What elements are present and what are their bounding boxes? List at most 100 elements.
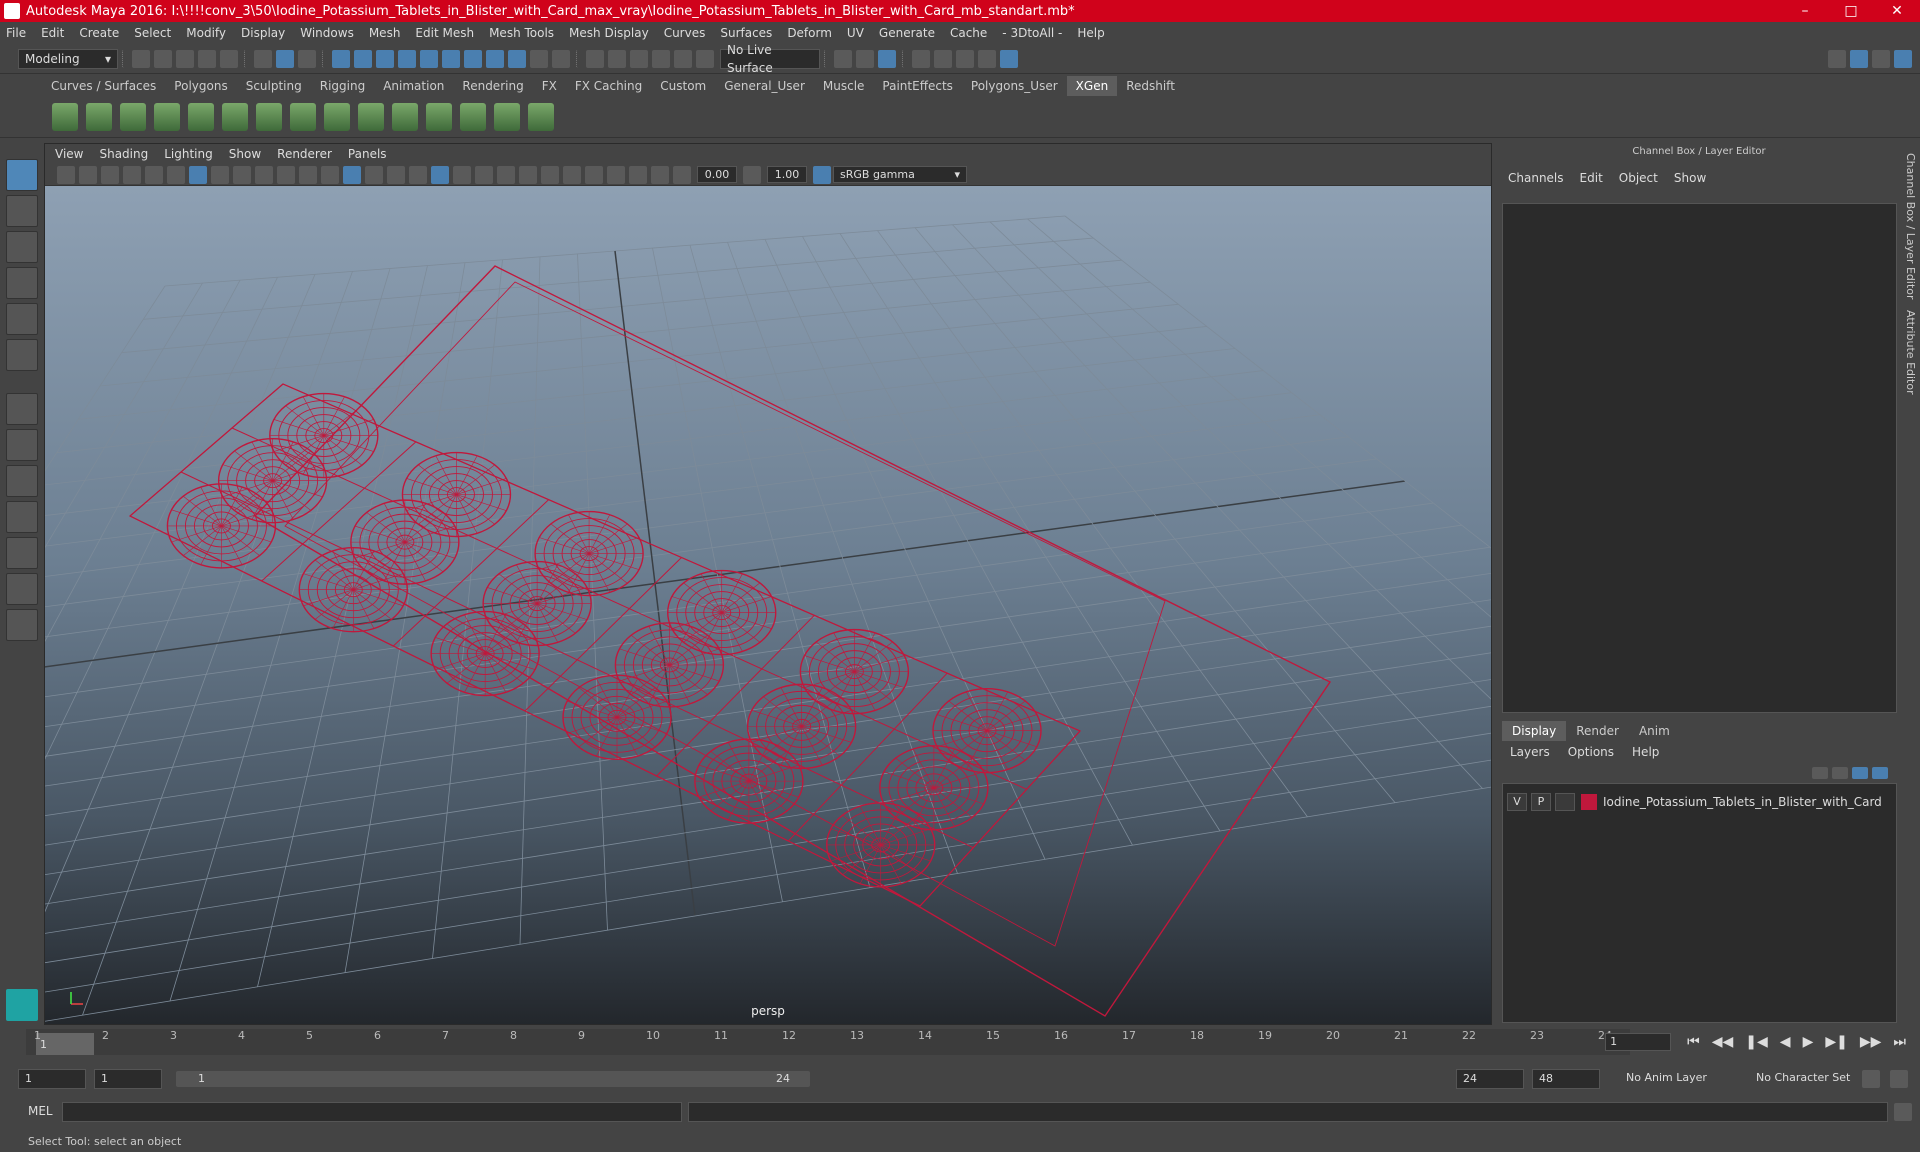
render-view-icon[interactable] (834, 49, 852, 68)
channel-box-menu-object[interactable]: Object (1619, 171, 1658, 185)
layer-menu-options[interactable]: Options (1568, 745, 1614, 759)
shelf-tab-muscle[interactable]: Muscle (814, 76, 874, 96)
lock-icon[interactable] (530, 49, 548, 68)
wireframe-icon[interactable] (343, 165, 361, 184)
layer-tab-render[interactable]: Render (1566, 721, 1629, 741)
screen-space-ao-icon[interactable] (497, 165, 515, 184)
paint-select-tool-icon[interactable] (6, 231, 38, 263)
field-chart-icon[interactable] (277, 165, 295, 184)
shelf-tab-redshift[interactable]: Redshift (1117, 76, 1184, 96)
playback-end-field[interactable]: 24 (1456, 1069, 1524, 1089)
open-scene-icon[interactable] (154, 49, 172, 68)
channel-box-toggle-icon[interactable] (1894, 49, 1912, 68)
xgen-grooming-icon[interactable] (460, 102, 486, 131)
smooth-shade-icon[interactable] (365, 165, 383, 184)
anim-prefs-icon[interactable] (1862, 1070, 1880, 1088)
outliner-toggle-icon[interactable] (1872, 49, 1890, 68)
shadows-icon[interactable] (475, 165, 493, 184)
output-icon[interactable] (608, 49, 626, 68)
panel-menu-panels[interactable]: Panels (348, 147, 387, 161)
new-layer-selected-icon[interactable] (1872, 767, 1888, 779)
xgen-density-icon[interactable] (494, 102, 520, 131)
side-layout-icon[interactable] (6, 465, 38, 497)
layer-type-toggle[interactable] (1555, 793, 1575, 811)
snap-curve-icon[interactable] (354, 49, 372, 68)
save-scene-icon[interactable] (176, 49, 194, 68)
wireframe-on-shaded-icon[interactable] (409, 165, 427, 184)
ipr-render-icon[interactable] (878, 49, 896, 68)
xray-joints-icon[interactable] (629, 165, 647, 184)
history-icon[interactable] (630, 49, 648, 68)
gamma-field[interactable]: 1.00 (767, 166, 807, 183)
menu-create[interactable]: Create (79, 26, 119, 40)
grease-pencil-icon[interactable] (167, 165, 185, 184)
rotate-tool-icon[interactable] (6, 303, 38, 335)
render-settings-icon[interactable] (912, 49, 930, 68)
menu-display[interactable]: Display (241, 26, 285, 40)
live-surface-field[interactable]: No Live Surface (720, 43, 820, 75)
range-slider-bar[interactable]: 1 24 (176, 1071, 810, 1087)
film-gate-icon[interactable] (211, 165, 229, 184)
workspace-icon[interactable] (1828, 49, 1846, 68)
current-frame-field[interactable]: 1 (1605, 1033, 1672, 1051)
xgen-create-description-icon[interactable] (120, 102, 146, 131)
xgen-sculpt-icon[interactable] (358, 102, 384, 131)
panel-menu-shading[interactable]: Shading (99, 147, 148, 161)
color-management-icon[interactable] (813, 165, 831, 184)
menu-cache[interactable]: Cache (950, 26, 987, 40)
shelf-tab-rigging[interactable]: Rigging (311, 76, 374, 96)
depth-of-field-icon[interactable] (563, 165, 581, 184)
new-scene-icon[interactable] (132, 49, 150, 68)
panel-menu-lighting[interactable]: Lighting (164, 147, 213, 161)
xray-icon[interactable] (607, 165, 625, 184)
menu-help[interactable]: Help (1077, 26, 1104, 40)
use-all-lights-icon[interactable] (453, 165, 471, 184)
panel-menu-view[interactable]: View (55, 147, 83, 161)
menu-curves[interactable]: Curves (664, 26, 706, 40)
viewport-persp[interactable]: persp (45, 186, 1491, 1024)
menu-file[interactable]: File (6, 26, 26, 40)
lasso-tool-icon[interactable] (6, 195, 38, 227)
maximize-button[interactable]: □ (1828, 0, 1874, 22)
select-hierarchy-icon[interactable] (254, 49, 272, 68)
xgen-editor-icon[interactable] (52, 102, 78, 131)
layer-menu-help[interactable]: Help (1632, 745, 1659, 759)
isolate-icon[interactable] (696, 49, 714, 68)
anim-layer-dropdown[interactable]: No Anim Layer (1620, 1069, 1736, 1089)
snap-surface-icon[interactable] (420, 49, 438, 68)
anim-end-field[interactable]: 48 (1532, 1069, 1600, 1089)
snap-grid-icon[interactable] (332, 49, 350, 68)
menu-mesh[interactable]: Mesh (369, 26, 401, 40)
menu-windows[interactable]: Windows (300, 26, 354, 40)
xgen-lock-length-icon[interactable] (324, 102, 350, 131)
select-object-icon[interactable] (276, 49, 294, 68)
menu-edit[interactable]: Edit (41, 26, 64, 40)
step-forward-frame-icon[interactable]: ▶❚ (1825, 1034, 1848, 1050)
xray-components-icon[interactable] (651, 165, 669, 184)
step-forward-key-icon[interactable]: ▶▶ (1860, 1034, 1882, 1050)
resolution-gate-icon[interactable] (233, 165, 251, 184)
move-tool-icon[interactable] (6, 267, 38, 299)
snap-vertex-icon[interactable] (442, 49, 460, 68)
new-layer-icon[interactable] (1852, 767, 1868, 779)
auto-key-icon[interactable] (1890, 1070, 1908, 1088)
single-layout-icon[interactable] (6, 393, 38, 425)
safe-action-icon[interactable] (299, 165, 317, 184)
persp-outliner-layout-icon[interactable] (6, 501, 38, 533)
menu-deform[interactable]: Deform (787, 26, 832, 40)
xgen-rebuild-icon[interactable] (256, 102, 282, 131)
menu-modify[interactable]: Modify (186, 26, 226, 40)
persp-graph-layout-icon[interactable] (6, 537, 38, 569)
scale-tool-icon[interactable] (6, 339, 38, 371)
anim-start-field[interactable]: 1 (18, 1069, 86, 1089)
select-component-icon[interactable] (298, 49, 316, 68)
shelf-tab-rendering[interactable]: Rendering (453, 76, 532, 96)
panel-menu-show[interactable]: Show (229, 147, 261, 161)
go-to-start-icon[interactable]: ⏮ (1687, 1034, 1700, 1050)
light-editor-icon[interactable] (978, 49, 996, 68)
shelf-tab-painteffects[interactable]: PaintEffects (873, 76, 961, 96)
side-tab-attribute-editor[interactable]: Attribute Editor (1904, 310, 1917, 395)
panel-menu-renderer[interactable]: Renderer (277, 147, 332, 161)
move-layer-down-icon[interactable] (1832, 767, 1848, 779)
command-language-label[interactable]: MEL (28, 1104, 53, 1118)
